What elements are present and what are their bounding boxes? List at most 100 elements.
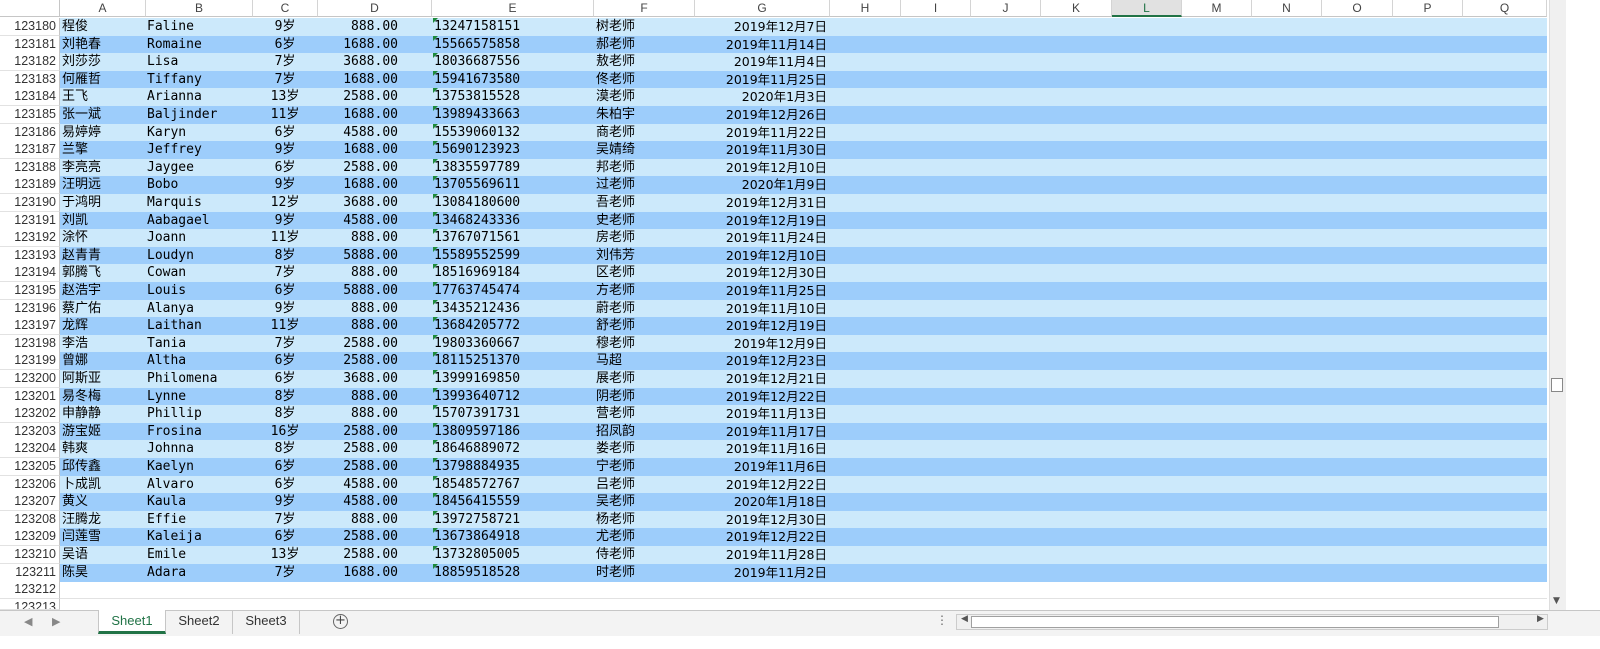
cell-e[interactable]: 13993640712	[433, 388, 595, 406]
cell-a[interactable]: 汪腾龙	[62, 511, 146, 529]
cell-g[interactable]: 2020年1月18日	[695, 493, 827, 511]
cell-b[interactable]: Romaine	[147, 36, 251, 54]
cell-a[interactable]: 易婷婷	[62, 124, 146, 142]
cell-a[interactable]: 陈昊	[62, 564, 146, 582]
row-header[interactable]: 123188	[0, 159, 60, 177]
cell-d[interactable]: 5888.00	[318, 247, 430, 265]
row-header[interactable]: 123182	[0, 53, 60, 71]
row-header[interactable]: 123180	[0, 18, 60, 36]
cell-c[interactable]: 6岁	[253, 458, 317, 476]
cell-g[interactable]: 2019年11月30日	[695, 141, 827, 159]
cell-b[interactable]: Effie	[147, 511, 251, 529]
cell-e[interactable]: 13999169850	[433, 370, 595, 388]
column-header-q[interactable]: Q	[1463, 0, 1547, 17]
row-header[interactable]: 123206	[0, 476, 60, 494]
cell-c[interactable]: 6岁	[253, 370, 317, 388]
cell-d[interactable]: 1688.00	[318, 176, 430, 194]
cell-e[interactable]: 13705569611	[433, 176, 595, 194]
cell-g[interactable]: 2019年12月21日	[695, 370, 827, 388]
cell-c[interactable]: 11岁	[253, 229, 317, 247]
cell-b[interactable]: Jeffrey	[147, 141, 251, 159]
vertical-scrollbar[interactable]	[1549, 0, 1566, 610]
cell-g[interactable]: 2019年12月22日	[695, 476, 827, 494]
cell-a[interactable]: 刘艳春	[62, 36, 146, 54]
row-header[interactable]: 123208	[0, 511, 60, 529]
column-header-p[interactable]: P	[1393, 0, 1463, 17]
cell-d[interactable]: 3688.00	[318, 194, 430, 212]
cell-e[interactable]: 13732805005	[433, 546, 595, 564]
cell-b[interactable]: Kaleija	[147, 528, 251, 546]
cell-g[interactable]: 2019年12月7日	[695, 18, 827, 36]
cell-g[interactable]: 2019年12月26日	[695, 106, 827, 124]
cell-e[interactable]: 18115251370	[433, 352, 595, 370]
cell-b[interactable]: Jaygee	[147, 159, 251, 177]
row-header[interactable]: 123199	[0, 352, 60, 370]
cell-d[interactable]: 2588.00	[318, 159, 430, 177]
row-header[interactable]: 123192	[0, 229, 60, 247]
cell-a[interactable]: 兰擎	[62, 141, 146, 159]
cell-g[interactable]: 2019年11月17日	[695, 423, 827, 441]
row-header[interactable]: 123211	[0, 564, 60, 582]
cell-d[interactable]: 2588.00	[318, 335, 430, 353]
scroll-left-icon[interactable]: ◀	[961, 614, 968, 624]
cell-e[interactable]: 18859518528	[433, 564, 595, 582]
cell-c[interactable]: 13岁	[253, 88, 317, 106]
row-header[interactable]: 123210	[0, 546, 60, 564]
horizontal-scroll-thumb[interactable]	[971, 616, 1499, 628]
cell-c[interactable]: 9岁	[253, 141, 317, 159]
cell-e[interactable]: 13673864918	[433, 528, 595, 546]
cell-b[interactable]: Kaelyn	[147, 458, 251, 476]
cell-d[interactable]: 888.00	[318, 300, 430, 318]
cell-c[interactable]: 8岁	[253, 247, 317, 265]
cell-d[interactable]: 4588.00	[318, 493, 430, 511]
cell-a[interactable]: 申静静	[62, 405, 146, 423]
cell-c[interactable]: 8岁	[253, 405, 317, 423]
cell-a[interactable]: 李亮亮	[62, 159, 146, 177]
column-header-o[interactable]: O	[1322, 0, 1393, 17]
cell-g[interactable]: 2019年12月10日	[695, 159, 827, 177]
cell-a[interactable]: 涂怀	[62, 229, 146, 247]
row-header[interactable]: 123193	[0, 247, 60, 265]
cell-d[interactable]: 2588.00	[318, 88, 430, 106]
cell-g[interactable]: 2019年12月9日	[695, 335, 827, 353]
cell-g[interactable]: 2019年11月25日	[695, 282, 827, 300]
cell-d[interactable]: 888.00	[318, 18, 430, 36]
column-header-d[interactable]: D	[318, 0, 432, 17]
cell-d[interactable]: 2588.00	[318, 458, 430, 476]
scroll-right-icon[interactable]: ▶	[1537, 614, 1544, 624]
cell-g[interactable]: 2019年12月30日	[695, 264, 827, 282]
cell-c[interactable]: 9岁	[253, 493, 317, 511]
row-header[interactable]: 123203	[0, 423, 60, 441]
cell-a[interactable]: 闫莲雪	[62, 528, 146, 546]
row-header[interactable]: 123186	[0, 124, 60, 142]
row-header[interactable]: 123212	[0, 581, 60, 599]
cell-d[interactable]: 3688.00	[318, 53, 430, 71]
cell-d[interactable]: 1688.00	[318, 141, 430, 159]
row-header[interactable]: 123204	[0, 440, 60, 458]
column-header-c[interactable]: C	[253, 0, 318, 17]
cell-c[interactable]: 7岁	[253, 53, 317, 71]
sheet-tab-sheet3[interactable]: Sheet3	[233, 610, 300, 634]
cell-g[interactable]: 2020年1月3日	[695, 88, 827, 106]
cell-b[interactable]: Frosina	[147, 423, 251, 441]
cell-g[interactable]: 2019年11月28日	[695, 546, 827, 564]
cell-g[interactable]: 2019年12月30日	[695, 511, 827, 529]
cell-e[interactable]: 18456415559	[433, 493, 595, 511]
cell-g[interactable]: 2019年12月31日	[695, 194, 827, 212]
cell-b[interactable]: Tania	[147, 335, 251, 353]
cell-g[interactable]: 2019年12月19日	[695, 212, 827, 230]
cell-c[interactable]: 6岁	[253, 528, 317, 546]
sheet-tab-sheet1[interactable]: Sheet1	[98, 610, 166, 634]
cell-d[interactable]: 2588.00	[318, 352, 430, 370]
row-header[interactable]: 123198	[0, 335, 60, 353]
cell-e[interactable]: 13684205772	[433, 317, 595, 335]
cell-e[interactable]: 15539060132	[433, 124, 595, 142]
cell-a[interactable]: 韩爽	[62, 440, 146, 458]
cell-e[interactable]: 13753815528	[433, 88, 595, 106]
cell-d[interactable]: 888.00	[318, 405, 430, 423]
cell-b[interactable]: Adara	[147, 564, 251, 582]
cell-b[interactable]: Karyn	[147, 124, 251, 142]
cell-c[interactable]: 7岁	[253, 335, 317, 353]
cell-g[interactable]: 2019年12月23日	[695, 352, 827, 370]
cell-a[interactable]: 刘莎莎	[62, 53, 146, 71]
